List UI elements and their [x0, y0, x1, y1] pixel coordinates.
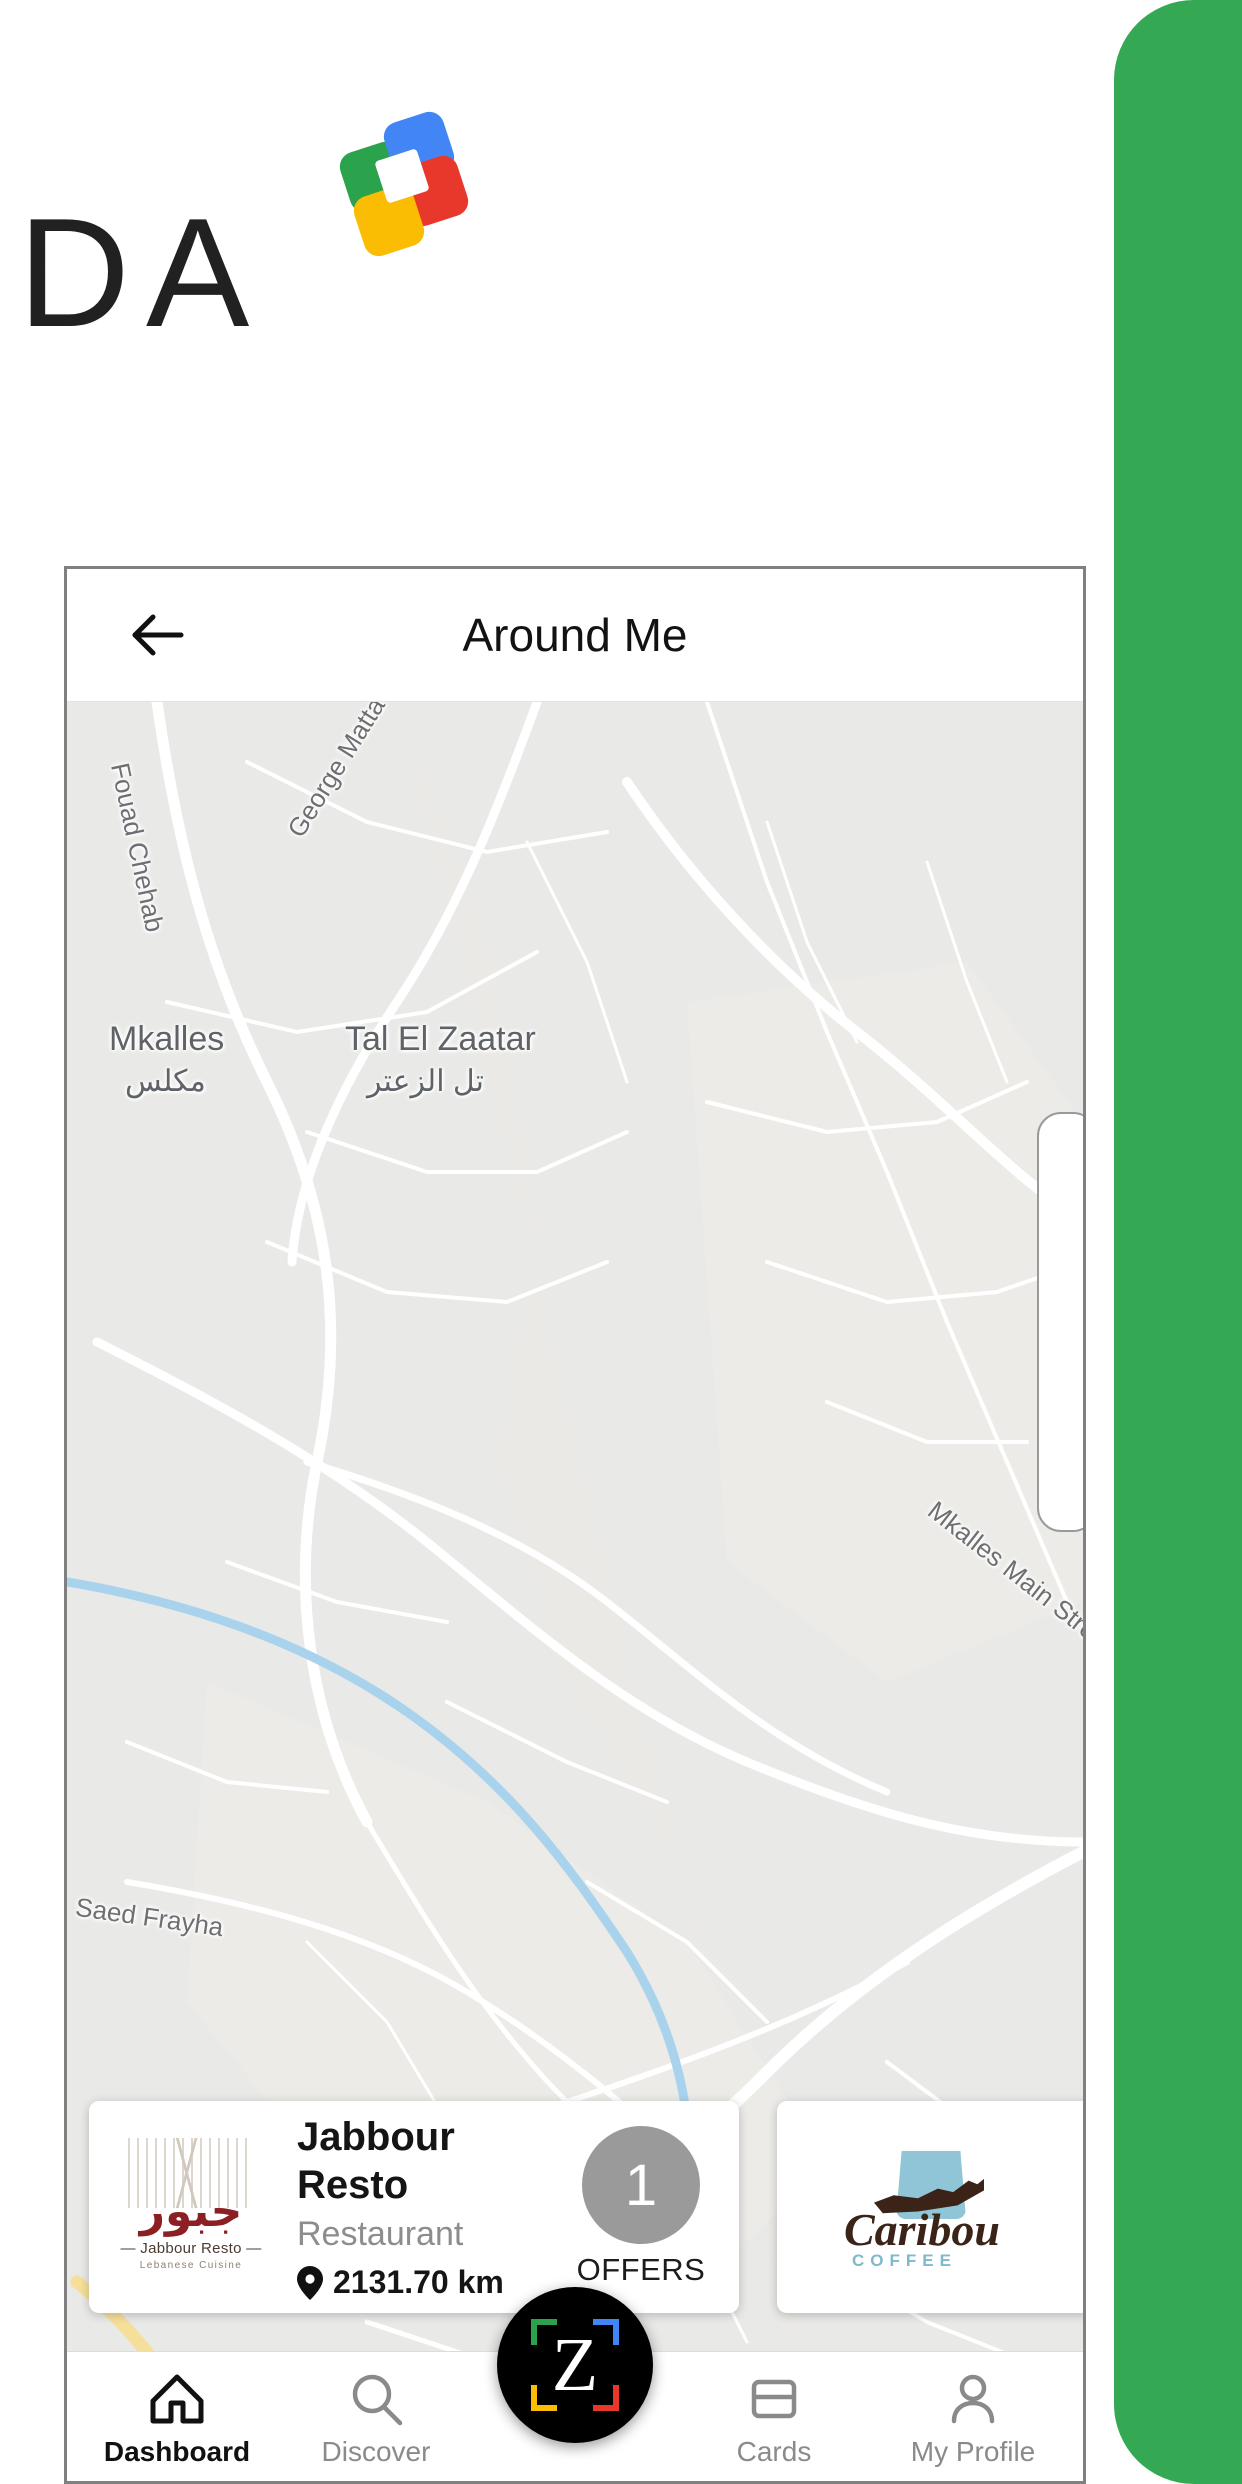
map-place-label-mkalles-ar: مكلس — [125, 1065, 206, 1098]
merchant-category: Restaurant — [297, 2215, 464, 2253]
map-canvas[interactable]: Mkalles مكلس Tal El Zaatar تل الزعتر Fou… — [67, 702, 1083, 2481]
merchant-cards-carousel[interactable]: جبور — Jabbour Resto — Lebanese Cuisine … — [67, 2101, 1083, 2313]
merchant-distance-text: 2131.70 km — [333, 2264, 504, 2300]
jabbour-arabic-wordmark: جبور — [139, 2186, 243, 2237]
search-icon — [348, 2370, 404, 2428]
brand-logo: DA — [18, 107, 478, 360]
merchant-card-jabbour[interactable]: جبور — Jabbour Resto — Lebanese Cuisine … — [89, 2101, 739, 2313]
scan-corner-top-left-icon — [531, 2319, 557, 2345]
map-place-label-talelzaatar-en: Tal El Zaatar — [345, 1020, 536, 1058]
merchant-info-jabbour: Jabbour Resto Restaurant 2131.70 km — [271, 2113, 569, 2301]
merchant-distance: 2131.70 km — [297, 2264, 569, 2301]
brand-wordmark: DA — [18, 186, 266, 359]
scan-corner-top-right-icon — [593, 2319, 619, 2345]
nav-label-dashboard: Dashboard — [103, 2436, 251, 2467]
map-place-label-mkalles-en: Mkalles — [109, 1020, 225, 1058]
offers-count-badge: 1 — [582, 2126, 700, 2244]
caribou-wordmark: Caribou — [844, 2204, 1000, 2255]
nav-item-discover[interactable]: Discover — [292, 2370, 460, 2468]
nav-item-dashboard[interactable]: Dashboard — [93, 2370, 261, 2468]
merchant-logo-jabbour: جبور — Jabbour Resto — Lebanese Cuisine — [111, 2127, 271, 2287]
merchant-offers[interactable]: 1 OFFERS — [569, 2126, 717, 2288]
caribou-subtext: COFFEE — [852, 2251, 957, 2270]
arrow-left-icon — [132, 614, 184, 656]
page-root: DA Around Me Mkalles مكلس Tal El Zaatar … — [0, 0, 1242, 2484]
merchant-name: Jabbour Resto — [297, 2115, 455, 2207]
scan-fab-letter: Z — [551, 2322, 599, 2407]
jabbour-tagline: Lebanese Cuisine — [139, 2260, 243, 2271]
nav-item-cards[interactable]: Cards — [690, 2370, 858, 2468]
back-button[interactable] — [123, 600, 193, 670]
map-side-panel-edge[interactable] — [1037, 1112, 1083, 1532]
jabbour-logo-icon: جبور — Jabbour Resto — Lebanese Cuisine — [116, 2132, 266, 2282]
card-icon — [746, 2370, 802, 2428]
scan-corner-bottom-right-icon — [593, 2385, 619, 2411]
scan-corner-bottom-left-icon — [531, 2385, 557, 2411]
merchant-logo-caribou: Caribou COFFEE — [799, 2127, 1059, 2287]
caribou-logo-icon: Caribou COFFEE — [844, 2147, 1014, 2270]
map-place-label-talelzaatar-ar: تل الزعتر — [367, 1065, 484, 1098]
scan-fab-button[interactable]: Z — [497, 2287, 653, 2443]
location-pin-icon — [297, 2265, 323, 2300]
home-icon — [149, 2370, 205, 2428]
offers-label: OFFERS — [576, 2252, 706, 2287]
merchant-card-caribou[interactable]: Caribou COFFEE — [777, 2101, 1083, 2313]
nav-label-discover: Discover — [321, 2436, 431, 2467]
page-title: Around Me — [462, 609, 688, 661]
green-side-panel — [1114, 0, 1242, 2484]
app-header: Around Me — [67, 569, 1083, 702]
pinwheel-squares-icon — [335, 107, 473, 261]
nav-label-my-profile: My Profile — [910, 2436, 1036, 2467]
nav-label-cards: Cards — [736, 2436, 812, 2467]
jabbour-latin-wordmark: — Jabbour Resto — — [120, 2240, 262, 2257]
phone-screen: Around Me Mkalles مكلس Tal El Zaatar تل … — [64, 566, 1086, 2484]
person-icon — [945, 2370, 1001, 2428]
nav-item-my-profile[interactable]: My Profile — [889, 2370, 1057, 2468]
